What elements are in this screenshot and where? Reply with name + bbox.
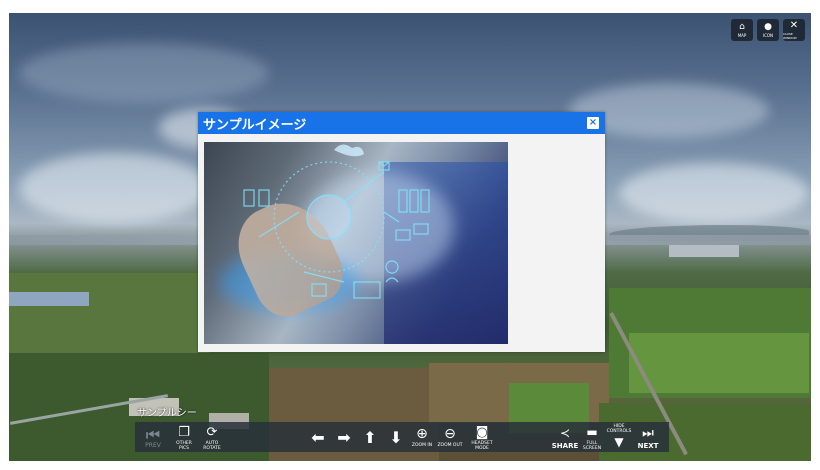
icon-toggle-label: ICON: [762, 32, 774, 38]
arrow-down-icon: ⬇: [389, 427, 403, 447]
popup-close-button[interactable]: ×: [587, 117, 599, 129]
pan-up-button[interactable]: ⬆: [357, 422, 383, 452]
prev-button[interactable]: ⏮ PREV: [135, 422, 171, 452]
zoom-in-button[interactable]: ⊕ ZOOM IN: [409, 422, 435, 452]
hotspot-label[interactable]: サンプルシー: [137, 404, 197, 419]
prev-icon: ⏮: [145, 425, 161, 444]
headset-mode-button[interactable]: ◙ HEADSET MODE: [465, 422, 499, 452]
network-overlay: [243, 144, 430, 299]
building: [669, 245, 739, 257]
map-button-label: MAP: [737, 32, 747, 38]
arrow-up-icon: ⬆: [363, 427, 377, 447]
other-pics-label: OTHER PICS: [176, 440, 192, 451]
pan-left-button[interactable]: ⬅: [305, 422, 331, 452]
rotate-icon: ⟳: [206, 424, 218, 440]
farm-field: [9, 273, 209, 353]
zoom-in-icon: ⊕: [416, 426, 428, 442]
sky-cloud: [19, 153, 209, 223]
map-icon: ⌂: [739, 21, 745, 32]
chevron-down-icon: ▼: [614, 434, 624, 449]
zoom-out-label: ZOOM OUT: [437, 443, 463, 448]
prev-label: PREV: [145, 442, 161, 449]
auto-rotate-button[interactable]: ⟳ AUTO ROTATE: [197, 422, 227, 452]
popup-title: サンプルイメージ: [203, 117, 307, 133]
close-icon: ✕: [789, 19, 799, 31]
sample-image: [204, 142, 508, 344]
other-pics-button[interactable]: ❐ OTHER PICS: [171, 422, 197, 452]
auto-rotate-label: AUTO ROTATE: [203, 440, 221, 451]
zoom-in-label: ZOOM IN: [411, 443, 433, 448]
close-window-button[interactable]: ✕ CLOSE WINDOW: [783, 19, 805, 41]
pictures-icon: ❐: [178, 424, 190, 440]
headset-mode-label: HEADSET MODE: [471, 440, 493, 451]
next-icon: ⏭: [642, 425, 654, 441]
next-button[interactable]: ⏭ NEXT: [633, 422, 663, 452]
image-popup: サンプルイメージ ×: [198, 112, 605, 352]
share-icon: ≺: [559, 425, 571, 440]
sky-cloud: [619, 163, 809, 223]
share-label: SHARE: [551, 441, 579, 450]
hide-controls-label: HIDE CONTROLS: [606, 423, 632, 434]
full-screen-button[interactable]: ▬ FULL SCREEN: [579, 422, 605, 452]
pan-right-button[interactable]: ➡: [331, 422, 357, 452]
map-button[interactable]: ⌂ MAP: [731, 19, 753, 41]
popup-titlebar: サンプルイメージ ×: [198, 112, 605, 134]
zoom-out-icon: ⊖: [444, 426, 456, 442]
share-button[interactable]: ≺ SHARE: [551, 422, 579, 452]
building: [9, 292, 89, 306]
zoom-out-button[interactable]: ⊖ ZOOM OUT: [435, 422, 465, 452]
next-label: NEXT: [637, 441, 659, 450]
full-screen-label: FULL SCREEN: [582, 440, 602, 451]
close-window-label: CLOSE WINDOW: [783, 31, 797, 40]
arrow-left-icon: ⬅: [311, 427, 325, 447]
hide-controls-button[interactable]: HIDE CONTROLS ▼: [605, 422, 633, 452]
icon-toggle-button[interactable]: ● ICON: [757, 19, 779, 41]
fullscreen-icon: ▬: [586, 424, 598, 439]
sky-cloud: [19, 43, 269, 103]
headset-icon: ◙: [475, 424, 489, 440]
viewer-toolbar: ⏮ PREV ❐ OTHER PICS ⟳ AUTO ROTATE ⬅ ➡ ⬆ …: [135, 422, 669, 452]
top-right-controls: ⌂ MAP ● ICON ✕ CLOSE WINDOW: [731, 19, 805, 41]
icon-toggle-icon: ●: [764, 21, 772, 32]
arrow-right-icon: ➡: [337, 427, 351, 447]
farm-field: [629, 333, 809, 393]
pan-down-button[interactable]: ⬇: [383, 422, 409, 452]
